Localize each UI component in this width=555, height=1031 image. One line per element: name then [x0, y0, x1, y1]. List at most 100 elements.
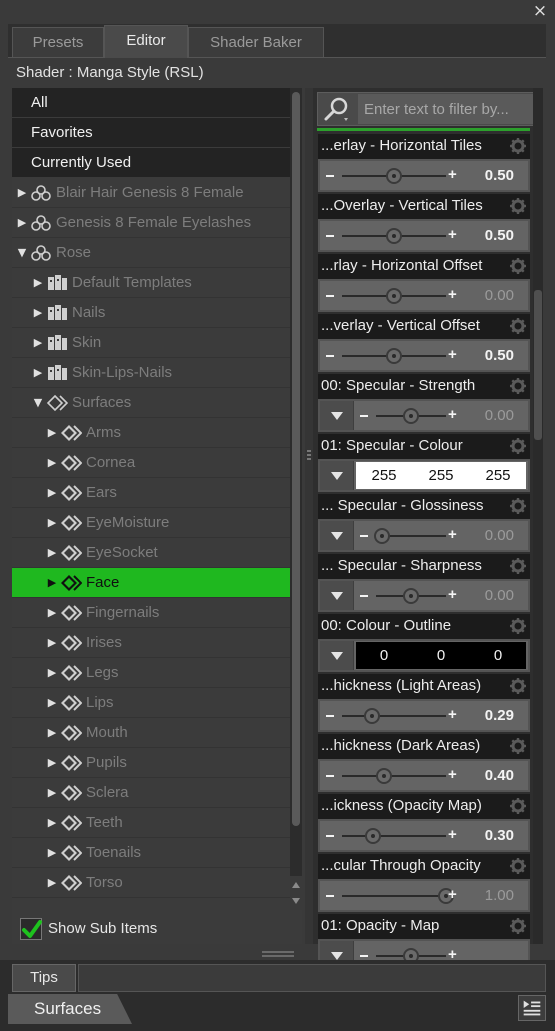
slider-track[interactable]	[342, 775, 446, 777]
tree-item-face[interactable]: ▶ Face	[12, 568, 290, 598]
show-sub-items-checkbox[interactable]	[20, 918, 42, 940]
expand-arrow-icon[interactable]: ▶	[32, 358, 44, 388]
tree-item-arms[interactable]: ▶ Arms	[12, 418, 290, 448]
expand-arrow-icon[interactable]: ▶	[46, 718, 58, 748]
property-control[interactable]: +1.00	[320, 881, 528, 910]
expand-arrow-icon[interactable]: ▶	[16, 208, 28, 238]
tree-item-cornea[interactable]: ▶ Cornea	[12, 448, 290, 478]
tree-item-legs[interactable]: ▶ Legs	[12, 658, 290, 688]
decrement-icon[interactable]	[326, 355, 334, 357]
expand-arrow-icon[interactable]: ▶	[46, 868, 58, 898]
property-control[interactable]: +0.00	[320, 401, 528, 430]
quick-filter-favorites[interactable]: Favorites	[12, 118, 290, 148]
property-value[interactable]: 0.00	[485, 401, 514, 430]
decrement-icon[interactable]	[360, 955, 368, 957]
expand-arrow-icon[interactable]: ▶	[46, 448, 58, 478]
tree-scrollbar-thumb[interactable]	[292, 92, 300, 826]
slider-track[interactable]	[342, 895, 446, 897]
tab-presets[interactable]: Presets	[12, 27, 104, 57]
slider-knob[interactable]	[403, 408, 419, 424]
tab-surfaces[interactable]: Surfaces	[8, 994, 132, 1024]
gear-icon[interactable]	[509, 557, 527, 575]
property-control[interactable]: +0.00	[320, 581, 528, 610]
increment-icon[interactable]: +	[448, 885, 457, 905]
increment-icon[interactable]: +	[448, 525, 457, 545]
scroll-up-down-icon[interactable]	[290, 876, 302, 910]
gear-icon[interactable]	[509, 317, 527, 335]
slider-knob[interactable]	[403, 588, 419, 604]
tree-item-torso[interactable]: ▶ Torso	[12, 868, 290, 898]
expand-arrow-icon[interactable]: ▶	[32, 298, 44, 328]
gear-icon[interactable]	[509, 137, 527, 155]
increment-icon[interactable]: +	[448, 225, 457, 245]
tree-item-ears[interactable]: ▶ Ears	[12, 478, 290, 508]
tree-item-blair-hair-genesis-8-female[interactable]: ▶ Blair Hair Genesis 8 Female	[12, 178, 290, 208]
decrement-icon[interactable]	[326, 775, 334, 777]
slider-track[interactable]	[342, 715, 446, 717]
property-value[interactable]: 0.40	[485, 761, 514, 790]
slider-knob[interactable]	[386, 348, 402, 364]
property-control[interactable]: 0 0 0	[320, 641, 528, 670]
decrement-icon[interactable]	[326, 295, 334, 297]
tree-item-nails[interactable]: ▶ Nails	[12, 298, 290, 328]
color-swatch[interactable]: 0 0 0	[356, 642, 526, 669]
expand-arrow-icon[interactable]: ▶	[46, 478, 58, 508]
property-control[interactable]: +0.00	[320, 281, 528, 310]
property-value[interactable]: 0.50	[485, 341, 514, 370]
expand-arrow-icon[interactable]: ▶	[46, 748, 58, 778]
expand-arrow-icon[interactable]: ▶	[46, 658, 58, 688]
gear-icon[interactable]	[509, 617, 527, 635]
pane-menu-icon[interactable]	[518, 995, 546, 1021]
expand-arrow-icon[interactable]: ▶	[32, 268, 44, 298]
tree-item-mouth[interactable]: ▶ Mouth	[12, 718, 290, 748]
property-scrollbar-thumb[interactable]	[534, 290, 542, 440]
property-value[interactable]: 0.00	[485, 281, 514, 310]
slider-knob[interactable]	[386, 168, 402, 184]
property-value[interactable]: 0.00	[485, 581, 514, 610]
expand-arrow-icon[interactable]: ▶	[46, 688, 58, 718]
increment-icon[interactable]: +	[448, 765, 457, 785]
quick-filter-currently-used[interactable]: Currently Used	[12, 148, 290, 178]
increment-icon[interactable]: +	[448, 825, 457, 845]
increment-icon[interactable]: +	[448, 585, 457, 605]
gear-icon[interactable]	[509, 497, 527, 515]
color-swatch[interactable]: 255 255 255	[356, 462, 526, 489]
collapse-arrow-icon[interactable]: ▼	[32, 388, 44, 418]
property-value[interactable]: 0.50	[485, 221, 514, 250]
property-value[interactable]: 0.29	[485, 701, 514, 730]
tree-item-surfaces[interactable]: ▼ Surfaces	[12, 388, 290, 418]
property-value[interactable]: 1.00	[485, 881, 514, 910]
tree-item-eyemoisture[interactable]: ▶ EyeMoisture	[12, 508, 290, 538]
property-control[interactable]: +0.29	[320, 701, 528, 730]
gear-icon[interactable]	[509, 677, 527, 695]
property-control[interactable]: +0.40	[320, 761, 528, 790]
tree-item-lips[interactable]: ▶ Lips	[12, 688, 290, 718]
expand-arrow-icon[interactable]: ▶	[46, 838, 58, 868]
map-dropdown-button[interactable]	[320, 521, 354, 550]
tree-item-irises[interactable]: ▶ Irises	[12, 628, 290, 658]
expand-arrow-icon[interactable]: ▶	[46, 538, 58, 568]
property-control[interactable]: +0.50	[320, 341, 528, 370]
property-control[interactable]: +0.30	[320, 821, 528, 850]
decrement-icon[interactable]	[326, 835, 334, 837]
collapse-arrow-icon[interactable]: ▼	[16, 238, 28, 268]
expand-arrow-icon[interactable]: ▶	[16, 178, 28, 208]
gear-icon[interactable]	[509, 917, 527, 935]
gear-icon[interactable]	[509, 797, 527, 815]
tree-item-toenails[interactable]: ▶ Toenails	[12, 838, 290, 868]
gear-icon[interactable]	[509, 437, 527, 455]
property-control[interactable]: +0.50	[320, 161, 528, 190]
increment-icon[interactable]: +	[448, 345, 457, 365]
slider-knob[interactable]	[364, 708, 381, 724]
decrement-icon[interactable]	[326, 895, 334, 897]
property-control[interactable]: +0.00	[320, 521, 528, 550]
expand-arrow-icon[interactable]: ▶	[46, 418, 58, 448]
tab-shader-baker[interactable]: Shader Baker	[188, 27, 324, 57]
expand-arrow-icon[interactable]: ▶	[32, 328, 44, 358]
close-icon[interactable]: ×	[531, 2, 549, 20]
tree-item-eyesocket[interactable]: ▶ EyeSocket	[12, 538, 290, 568]
expand-arrow-icon[interactable]: ▶	[46, 628, 58, 658]
gear-icon[interactable]	[509, 857, 527, 875]
tree-item-fingernails[interactable]: ▶ Fingernails	[12, 598, 290, 628]
slider-knob[interactable]	[386, 288, 402, 304]
